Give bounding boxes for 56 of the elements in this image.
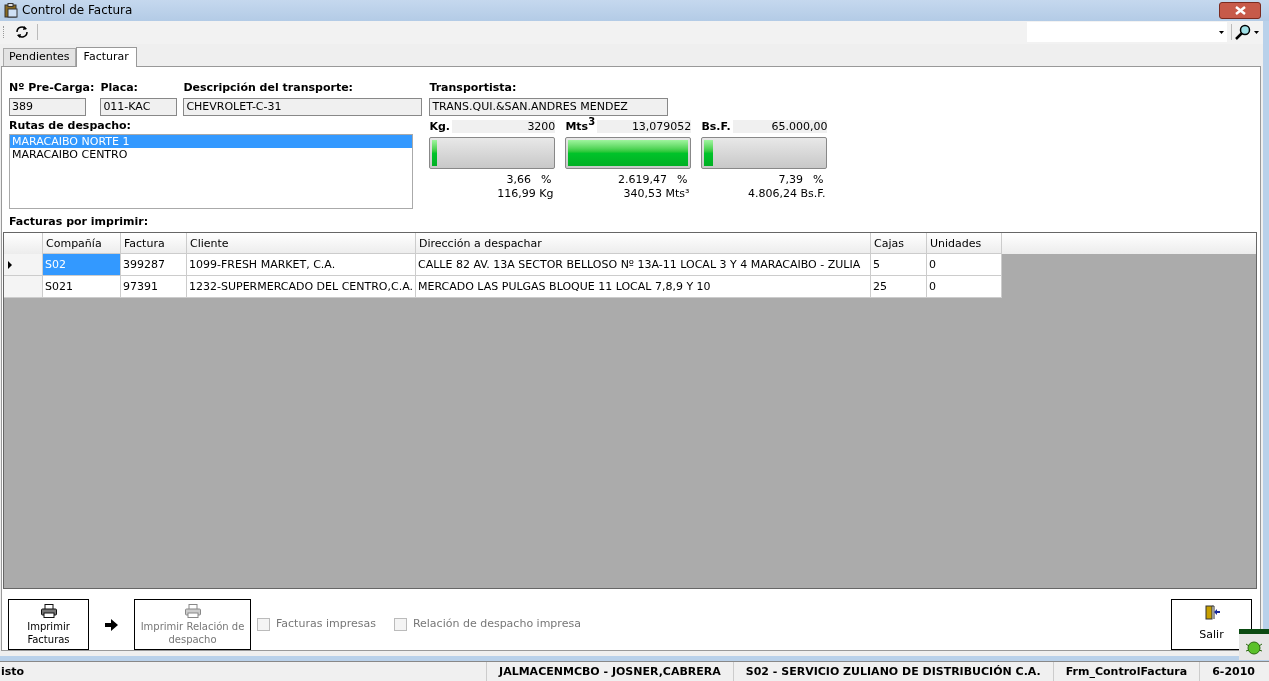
meter-capacity: 65.000,00	[771, 120, 828, 133]
clipboard-icon	[4, 2, 18, 18]
meter-label: Bs.F.	[701, 120, 733, 133]
status-text: 6-2010	[1199, 662, 1269, 681]
text-field[interactable]: TRANS.QUI.&SAN.ANDRES MENDEZ	[429, 98, 669, 116]
meter-capacity: 13,079052	[631, 120, 692, 133]
refresh-icon	[15, 25, 29, 40]
text-field[interactable]: 011-KAC	[100, 98, 178, 116]
table-title: Facturas por imprimir:	[9, 215, 150, 228]
meter-amount: 4.806,24 Bs.F.	[748, 187, 826, 201]
table-cell: 25	[871, 276, 927, 298]
percent-sign: %	[676, 173, 688, 187]
field-label: Placa:	[100, 81, 139, 94]
row-header[interactable]	[4, 254, 43, 276]
table-cell: 97391	[121, 276, 187, 298]
field-label: Nº Pre-Carga:	[9, 81, 95, 94]
close-button[interactable]	[1219, 1, 1261, 19]
meter-percent: 7,39	[778, 173, 803, 187]
meter-amount: 340,53 Mts³	[623, 187, 690, 201]
printer-icon	[184, 603, 201, 618]
dropdown-icon	[1254, 30, 1259, 34]
percent-sign: %	[812, 173, 824, 187]
exit-button[interactable]: Salir	[1171, 599, 1252, 650]
status-text: Frm_ControlFactura	[1052, 662, 1200, 681]
dropdown-icon	[1219, 30, 1224, 34]
meter-percent: 3,66	[506, 173, 531, 187]
bug-icon	[1245, 639, 1263, 655]
status-text: S02 - SERVICIO ZULIANO DE DISTRIBUCIÓN C.A.	[732, 662, 1053, 681]
meter-amount: 116,99 Kg	[497, 187, 554, 201]
field-label: Descripción del transporte:	[183, 81, 354, 94]
table-cell: 0	[927, 276, 1002, 298]
meter-capacity: 3200	[527, 120, 556, 133]
search-icon	[1235, 24, 1251, 41]
tab[interactable]: Facturar	[75, 47, 137, 67]
percent-sign: %	[540, 173, 552, 187]
printer-icon	[40, 603, 57, 618]
print-button[interactable]: Imprimir Facturas	[8, 599, 89, 650]
close-icon	[1234, 5, 1246, 15]
status-text: JALMACENMCBO - JOSNER,CABRERA	[486, 662, 733, 681]
tab[interactable]: Pendientes	[3, 48, 76, 66]
status-text: isto	[0, 664, 25, 680]
arrow-icon	[105, 618, 118, 631]
meter-percent: 2.619,47	[617, 173, 667, 187]
text-field[interactable]: CHEVROLET-C-31	[183, 98, 423, 116]
table-cell: S02	[43, 254, 121, 276]
field-label: Transportista:	[429, 81, 518, 94]
row-pointer-icon	[8, 260, 12, 269]
table-cell: S021	[43, 276, 121, 298]
door-icon	[1203, 605, 1220, 622]
field-label: Rutas de despacho:	[9, 119, 132, 132]
text-field[interactable]: 389	[9, 98, 86, 116]
window-title: Control de Factura	[22, 2, 133, 20]
table-cell: 1232-SUPERMERCADO DEL CENTRO,C.A.	[187, 276, 416, 298]
route-item[interactable]: MARACAIBO CENTRO	[10, 148, 412, 161]
meter-label: Kg.	[429, 120, 452, 133]
table-cell: MERCADO LAS PULGAS BLOQUE 11 LOCAL 7,8,9 Y 10	[416, 276, 871, 298]
